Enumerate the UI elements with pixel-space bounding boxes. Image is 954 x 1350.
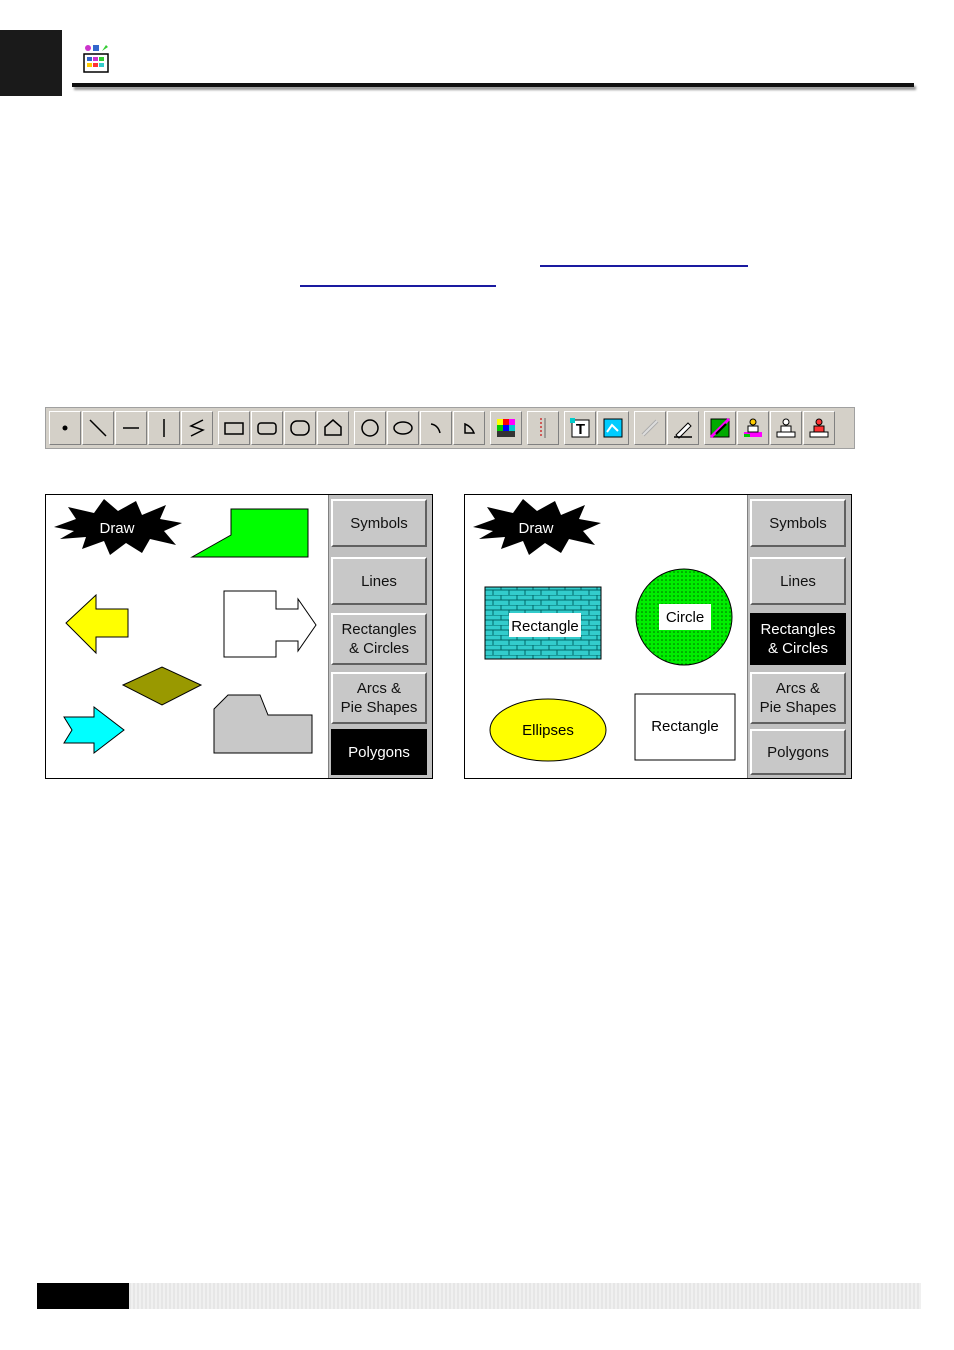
- point-button[interactable]: [49, 411, 81, 445]
- left-arrow-shape: [65, 593, 129, 655]
- toolbar-group: [634, 411, 700, 445]
- draw-burst-label: Draw: [99, 520, 134, 537]
- picture-button[interactable]: [597, 411, 629, 445]
- vertical-line-button[interactable]: [148, 411, 180, 445]
- circle-button[interactable]: [354, 411, 386, 445]
- drawing-toolbar: T: [45, 407, 855, 449]
- stamp-color-icon: [744, 418, 762, 437]
- rectangles-circles-canvas: Draw Rectangle Circle Ellipses Rectangle: [473, 499, 736, 762]
- palette-button[interactable]: [704, 411, 736, 445]
- link-underline[interactable]: [540, 265, 748, 267]
- polygons-canvas: Draw: [54, 499, 317, 755]
- circle-label: Circle: [666, 609, 704, 626]
- svg-text:T: T: [576, 421, 585, 438]
- link-icon: [641, 419, 659, 437]
- picture-icon: [603, 418, 623, 438]
- color-grid-icon: [497, 419, 515, 437]
- callout-shape: [190, 508, 309, 558]
- color-grid-button[interactable]: [490, 411, 522, 445]
- toolbar-group: [354, 411, 486, 445]
- palette-icon: [709, 417, 731, 439]
- rounded-rectangle-large-button[interactable]: [284, 411, 316, 445]
- stamp-red-icon: [809, 418, 829, 438]
- link-button[interactable]: [634, 411, 666, 445]
- scale-icon: [540, 418, 546, 438]
- toolbar-group: [527, 411, 560, 445]
- folder-shape: [213, 694, 313, 754]
- chevron-arrow-shape: [63, 705, 125, 755]
- toolbar-group: T: [564, 411, 630, 445]
- drawing-toolbox-icon: [80, 42, 112, 74]
- diamond-shape: [121, 666, 203, 706]
- polygon-button[interactable]: [317, 411, 349, 445]
- toolbar-group: [490, 411, 523, 445]
- arc-button[interactable]: [420, 411, 452, 445]
- nav-button-polygons[interactable]: Polygons: [331, 729, 427, 775]
- rounded-rectangle-icon: [257, 422, 277, 435]
- nav-button-rectangles-circles[interactable]: Rectangles & Circles: [331, 613, 427, 665]
- text-button[interactable]: T: [564, 411, 596, 445]
- nav-button-rectangles-circles[interactable]: Rectangles & Circles: [750, 613, 846, 665]
- nav-button-symbols[interactable]: Symbols: [331, 499, 427, 547]
- pie-button[interactable]: [453, 411, 485, 445]
- toolbar-group: [49, 411, 214, 445]
- rectangle-button[interactable]: [218, 411, 250, 445]
- header-rule: [72, 83, 914, 87]
- chapter-tab: [0, 30, 62, 96]
- brick-rectangle-label: Rectangle: [511, 618, 579, 635]
- horizontal-line-button[interactable]: [115, 411, 147, 445]
- circle-icon: [361, 419, 379, 437]
- toolbar-group: [218, 411, 350, 445]
- nav-button-arcs-pie-shapes[interactable]: Arcs & Pie Shapes: [331, 672, 427, 724]
- plain-rectangle-label: Rectangle: [651, 718, 719, 735]
- rectangle-icon: [224, 422, 244, 435]
- ellipse-button[interactable]: [387, 411, 419, 445]
- line-icon: [89, 419, 107, 437]
- nav-button-lines[interactable]: Lines: [750, 557, 846, 605]
- pen-edit-button[interactable]: [667, 411, 699, 445]
- rectangles-circles-screen-example: Draw Rectangle Circle Ellipses Rectangle…: [464, 494, 852, 779]
- polyline-button[interactable]: [181, 411, 213, 445]
- draw-burst-label: Draw: [518, 520, 553, 537]
- point-icon: [62, 425, 68, 431]
- polygons-screen-example: Draw Symbols Lines Rectangles & Circles Arc…: [45, 494, 433, 779]
- stamp-icon: [776, 418, 796, 438]
- nav-button-polygons[interactable]: Polygons: [750, 729, 846, 775]
- text-icon: T: [570, 418, 590, 438]
- rounded-rectangle-large-icon: [290, 420, 310, 436]
- nav-button-arcs-pie-shapes[interactable]: Arcs & Pie Shapes: [750, 672, 846, 724]
- line-button[interactable]: [82, 411, 114, 445]
- scale-button[interactable]: [527, 411, 559, 445]
- pen-edit-icon: [674, 422, 692, 439]
- link-underline[interactable]: [300, 285, 496, 287]
- nav-button-lines[interactable]: Lines: [331, 557, 427, 605]
- footer-bar: [129, 1283, 921, 1309]
- pie-icon: [464, 422, 476, 434]
- rounded-rectangle-button[interactable]: [251, 411, 283, 445]
- footer-page-tab: [37, 1283, 129, 1309]
- nav-button-symbols[interactable]: Symbols: [750, 499, 846, 547]
- toolbar-group: [704, 411, 836, 445]
- arc-icon: [430, 423, 441, 434]
- screen-nav-sidebar: Symbols Lines Rectangles & Circles Arcs & P…: [747, 495, 851, 778]
- stamp-color-button[interactable]: [737, 411, 769, 445]
- ellipse-icon: [393, 421, 413, 435]
- screen-nav-sidebar: Symbols Lines Rectangles & Circles Arcs & P…: [328, 495, 432, 778]
- stamp-button[interactable]: [770, 411, 802, 445]
- notched-arrow-shape: [223, 590, 317, 658]
- ellipse-label: Ellipses: [522, 722, 574, 739]
- polygon-icon: [324, 419, 342, 436]
- vertical-line-icon: [163, 419, 165, 437]
- horizontal-line-icon: [123, 427, 139, 429]
- polyline-icon: [189, 419, 205, 437]
- stamp-red-button[interactable]: [803, 411, 835, 445]
